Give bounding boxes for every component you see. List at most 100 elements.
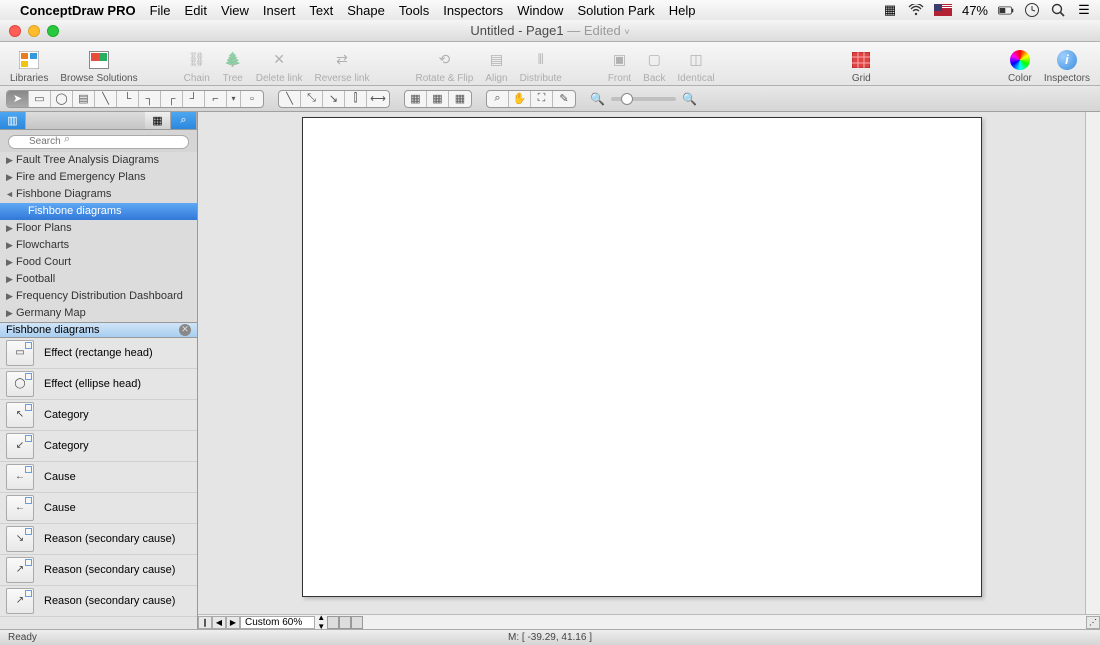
search-input[interactable] xyxy=(8,135,189,149)
shape-item[interactable]: ↙Category xyxy=(0,431,197,462)
snap-2[interactable]: ▦ xyxy=(427,91,449,107)
delete-link-button[interactable]: ✕Delete link xyxy=(252,44,307,84)
snap-1[interactable]: ▦ xyxy=(405,91,427,107)
shape-item[interactable]: ▭Effect (rectange head) xyxy=(0,338,197,369)
ellipse-tool[interactable]: ◯ xyxy=(51,91,73,107)
page-tab-3[interactable] xyxy=(351,616,363,629)
tree-item[interactable]: Fishbone diagrams xyxy=(0,203,197,220)
tree-item[interactable]: ▶Floor Plans xyxy=(0,220,197,237)
line-2[interactable]: ⤡ xyxy=(301,91,323,107)
vertical-scrollbar[interactable] xyxy=(1085,112,1100,614)
shape-item[interactable]: ↗Reason (secondary cause) xyxy=(0,586,197,617)
line-tool[interactable]: ╲ xyxy=(95,91,117,107)
sidebar-tab-search[interactable]: ⌕ xyxy=(171,112,197,129)
identical-button[interactable]: ◫Identical xyxy=(673,44,718,84)
sidebar-tab-grid[interactable]: ▦ xyxy=(145,112,171,129)
menu-file[interactable]: File xyxy=(150,3,171,18)
edit-tool[interactable]: ✎ xyxy=(553,91,575,107)
stamp-tool[interactable]: ⛶ xyxy=(531,91,553,107)
page-tool[interactable]: ▫ xyxy=(241,91,263,107)
browse-solutions-button[interactable]: Browse Solutions xyxy=(56,44,141,84)
minimize-window-button[interactable] xyxy=(28,25,40,37)
line-4[interactable]: ⫿ xyxy=(345,91,367,107)
drawing-canvas[interactable] xyxy=(302,117,982,597)
shape-item[interactable]: ←Cause xyxy=(0,462,197,493)
line-5[interactable]: ⟷ xyxy=(367,91,389,107)
line-1[interactable]: ╲ xyxy=(279,91,301,107)
zoom-window-button[interactable] xyxy=(47,25,59,37)
resize-corner[interactable]: ⋰ xyxy=(1086,616,1100,629)
menu-solutionpark[interactable]: Solution Park xyxy=(577,3,654,18)
zoom-slider[interactable] xyxy=(611,97,676,101)
grid-button[interactable]: Grid xyxy=(846,44,876,84)
tree-item[interactable]: ▼Fishbone Diagrams xyxy=(0,186,197,203)
pointer-tool[interactable]: ➤ xyxy=(7,91,29,107)
text-tool[interactable]: ▤ xyxy=(73,91,95,107)
color-button[interactable]: Color xyxy=(1004,44,1036,84)
menu-tools[interactable]: Tools xyxy=(399,3,429,18)
menu-shape[interactable]: Shape xyxy=(347,3,385,18)
connector-tool-5[interactable]: ⌐ xyxy=(205,91,227,107)
scroll-pause[interactable]: ∥ xyxy=(198,616,212,629)
distribute-button[interactable]: ⫴Distribute xyxy=(516,44,566,84)
connector-tool-3[interactable]: ┌ xyxy=(161,91,183,107)
sidebar-tab-panel[interactable]: ▥ xyxy=(0,112,26,129)
page-tab-2[interactable] xyxy=(339,616,351,629)
connector-tool-1[interactable]: └ xyxy=(117,91,139,107)
tree-item[interactable]: ▶Football xyxy=(0,271,197,288)
zoom-tool[interactable]: ⌕ xyxy=(487,91,509,107)
hand-tool[interactable]: ✋ xyxy=(509,91,531,107)
menu-edit[interactable]: Edit xyxy=(185,3,207,18)
snap-3[interactable]: ▦ xyxy=(449,91,471,107)
flag-us-icon[interactable] xyxy=(934,4,952,16)
front-button[interactable]: ▣Front xyxy=(604,44,635,84)
shape-item[interactable]: ↘Reason (secondary cause) xyxy=(0,524,197,555)
reverse-link-button[interactable]: ⇄Reverse link xyxy=(310,44,373,84)
menu-list-icon[interactable]: ☰ xyxy=(1076,2,1092,18)
spotlight-icon[interactable] xyxy=(1050,2,1066,18)
menu-help[interactable]: Help xyxy=(669,3,696,18)
tree-item[interactable]: ▶Fire and Emergency Plans xyxy=(0,169,197,186)
clock-icon[interactable] xyxy=(1024,2,1040,18)
chain-button[interactable]: ⛓Chain xyxy=(180,44,214,84)
close-panel-icon[interactable]: ✕ xyxy=(179,324,191,336)
rotate-flip-button[interactable]: ⟲Rotate & Flip xyxy=(412,44,478,84)
shape-item[interactable]: ◯Effect (ellipse head) xyxy=(0,369,197,400)
shape-item[interactable]: ←Cause xyxy=(0,493,197,524)
inspectors-button[interactable]: i Inspectors xyxy=(1040,44,1094,84)
shapes-panel-header[interactable]: Fishbone diagrams ✕ xyxy=(0,322,197,338)
shape-item[interactable]: ↖Category xyxy=(0,400,197,431)
line-3[interactable]: ↘ xyxy=(323,91,345,107)
grid-apps-icon[interactable]: ▦ xyxy=(882,2,898,18)
menu-inspectors[interactable]: Inspectors xyxy=(443,3,503,18)
menu-insert[interactable]: Insert xyxy=(263,3,296,18)
wifi-icon[interactable] xyxy=(908,2,924,18)
connector-tool-4[interactable]: ┘ xyxy=(183,91,205,107)
tree-item[interactable]: ▶Flowcharts xyxy=(0,237,197,254)
page-tab-1[interactable] xyxy=(327,616,339,629)
scroll-left[interactable]: ◀ xyxy=(212,616,226,629)
chevron-down-icon[interactable]: ˅ xyxy=(624,27,629,37)
tree-item[interactable]: ▶Food Court xyxy=(0,254,197,271)
close-window-button[interactable] xyxy=(9,25,21,37)
zoom-in-icon[interactable]: 🔍 xyxy=(682,92,697,106)
battery-icon[interactable] xyxy=(998,2,1014,18)
zoom-stepper[interactable]: ▲▼ xyxy=(315,613,327,631)
tree-button[interactable]: 🌲Tree xyxy=(218,44,248,84)
tree-item[interactable]: ▶Frequency Distribution Dashboard xyxy=(0,288,197,305)
canvas-viewport[interactable] xyxy=(198,112,1085,614)
back-button[interactable]: ▢Back xyxy=(639,44,669,84)
app-name[interactable]: ConceptDraw PRO xyxy=(20,3,136,18)
menu-view[interactable]: View xyxy=(221,3,249,18)
scroll-right[interactable]: ▶ xyxy=(226,616,240,629)
tool-dropdown[interactable]: ▾ xyxy=(227,91,241,107)
zoom-out-icon[interactable]: 🔍 xyxy=(590,92,605,106)
shape-item[interactable]: ↗Reason (secondary cause) xyxy=(0,555,197,586)
menu-window[interactable]: Window xyxy=(517,3,563,18)
zoom-level-select[interactable]: Custom 60% xyxy=(240,616,315,629)
rect-tool[interactable]: ▭ xyxy=(29,91,51,107)
menu-text[interactable]: Text xyxy=(309,3,333,18)
connector-tool-2[interactable]: ┐ xyxy=(139,91,161,107)
libraries-button[interactable]: Libraries xyxy=(6,44,52,84)
tree-item[interactable]: ▶Fault Tree Analysis Diagrams xyxy=(0,152,197,169)
